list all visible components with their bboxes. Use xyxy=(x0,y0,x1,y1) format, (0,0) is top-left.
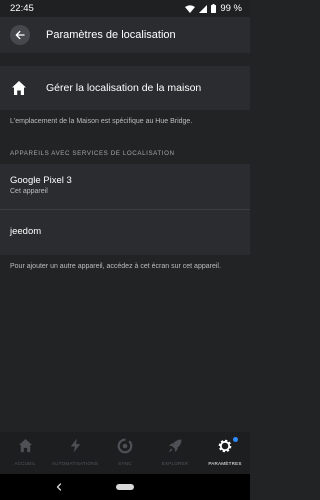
sync-icon xyxy=(117,437,134,454)
arrow-left-icon xyxy=(15,30,25,40)
status-time: 22:45 xyxy=(10,3,34,14)
home-icon xyxy=(11,80,27,96)
lightning-icon xyxy=(67,437,84,454)
manage-home-location-row[interactable]: Gérer la localisation de la maison xyxy=(0,66,250,110)
signal-icon xyxy=(199,4,208,13)
page-title: Paramètres de localisation xyxy=(46,29,176,41)
devices-section-header: APPAREILS AVEC SERVICES DE LOCALISATION xyxy=(10,150,175,157)
bottom-navigation: ACCUEIL AUTOMATISATIONS SYNC EXPLORER PA… xyxy=(0,432,250,474)
gear-icon xyxy=(217,437,234,454)
nav-item-parametres[interactable]: PARAMÈTRES xyxy=(200,437,250,474)
system-navigation-bar xyxy=(0,474,250,500)
notification-dot xyxy=(233,437,238,442)
device-name: Google Pixel 3 xyxy=(10,175,72,186)
back-button[interactable] xyxy=(10,25,30,45)
nav-item-sync[interactable]: SYNC xyxy=(100,437,150,474)
device-row-google-pixel-3[interactable]: Google Pixel 3 Cet appareil xyxy=(0,164,250,209)
rocket-icon xyxy=(167,437,184,454)
home-location-note: L'emplacement de la Maison est spécifiqu… xyxy=(10,118,193,125)
battery-percent: 99 % xyxy=(220,3,242,14)
nav-label: SYNC xyxy=(118,461,132,466)
system-home-pill[interactable] xyxy=(116,484,134,490)
battery-icon xyxy=(211,4,217,13)
status-bar: 22:45 99 % xyxy=(0,0,250,17)
nav-label: AUTOMATISATIONS xyxy=(51,461,99,466)
nav-label: ACCUEIL xyxy=(14,461,36,466)
nav-item-explorer[interactable]: EXPLORER xyxy=(150,437,200,474)
nav-item-automatisations[interactable]: AUTOMATISATIONS xyxy=(50,437,100,474)
nav-label: EXPLORER xyxy=(161,461,189,466)
device-subtitle: Cet appareil xyxy=(10,188,48,195)
wifi-icon xyxy=(185,4,196,13)
manage-home-location-label: Gérer la localisation de la maison xyxy=(46,82,202,94)
device-list: Google Pixel 3 Cet appareil jeedom xyxy=(0,164,250,255)
home-icon xyxy=(17,437,34,454)
nav-item-accueil[interactable]: ACCUEIL xyxy=(0,437,50,474)
top-app-bar: Paramètres de localisation xyxy=(0,17,250,53)
system-back-icon[interactable] xyxy=(54,482,64,492)
status-icons: 99 % xyxy=(185,3,242,14)
nav-label: PARAMÈTRES xyxy=(208,461,242,466)
device-row-jeedom[interactable]: jeedom xyxy=(0,209,250,255)
add-device-note: Pour ajouter un autre appareil, accédez … xyxy=(10,263,221,270)
device-name: jeedom xyxy=(10,226,42,237)
